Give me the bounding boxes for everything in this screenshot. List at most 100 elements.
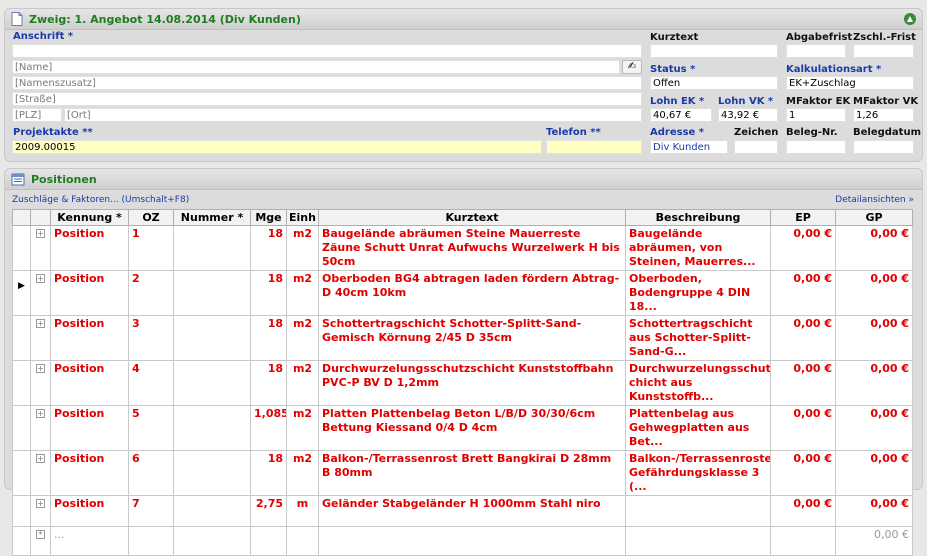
table-row[interactable]: ▶ + Position 2 18 m2 Oberboden BG4 abtra…	[12, 270, 913, 316]
col-nummer[interactable]: Nummer *	[173, 209, 251, 226]
cell-kurztext[interactable]: Durchwurzelungsschutzschicht Kunststoffb…	[318, 360, 626, 406]
namenszusatz-field[interactable]: [Namenszusatz]	[12, 76, 642, 90]
expand-icon[interactable]: +	[30, 450, 51, 496]
cell-kennung[interactable]: Position	[50, 270, 129, 316]
status-field[interactable]: Offen	[650, 76, 778, 90]
col-oz[interactable]: OZ	[128, 209, 174, 226]
signature-icon[interactable]: ✍	[622, 60, 642, 74]
cell-ep[interactable]: 0,00 €	[770, 360, 836, 406]
cell-kurztext[interactable]: Balkon-/Terrassenrost Brett Bangkirai D …	[318, 450, 626, 496]
cell-kennung[interactable]: Position	[50, 495, 129, 527]
anschrift-field[interactable]	[12, 44, 642, 58]
zuschlaege-link[interactable]: Zuschläge & Faktoren... (Umschalt+F8)	[12, 195, 189, 205]
cell-nummer[interactable]	[173, 405, 251, 451]
cell-beschreibung[interactable]: Oberboden, Bodengruppe 4 DIN 18...	[625, 270, 771, 316]
cell-einh[interactable]: m	[286, 495, 319, 527]
cell-ep[interactable]: 0,00 €	[770, 450, 836, 496]
cell-gp[interactable]: 0,00 €	[835, 450, 913, 496]
new-row-cell[interactable]	[250, 526, 287, 556]
cell-oz[interactable]: 5	[128, 405, 174, 451]
cell-einh[interactable]: m2	[286, 405, 319, 451]
kalkulationsart-field[interactable]: EK+Zuschlag	[786, 76, 914, 90]
cell-nummer[interactable]	[173, 225, 251, 271]
beleg-nr-field[interactable]	[786, 140, 846, 154]
cell-gp[interactable]: 0,00 €	[835, 315, 913, 361]
cell-nummer[interactable]	[173, 360, 251, 406]
row-selector[interactable]	[12, 360, 31, 406]
expand-icon[interactable]: +	[30, 270, 51, 316]
expand-icon[interactable]: +	[30, 360, 51, 406]
col-ep[interactable]: EP	[770, 209, 836, 226]
new-row[interactable]: * ... 0,00 €	[12, 526, 913, 556]
cell-oz[interactable]: 7	[128, 495, 174, 527]
plz-field[interactable]: [PLZ]	[12, 108, 62, 122]
cell-oz[interactable]: 4	[128, 360, 174, 406]
lohn-vk-field[interactable]: 43,92 €	[718, 108, 778, 122]
detailansichten-link[interactable]: Detailansichten »	[835, 195, 914, 205]
cell-gp[interactable]: 0,00 €	[835, 270, 913, 316]
cell-kurztext[interactable]: Baugelände abräumen Steine Mauerreste Zä…	[318, 225, 626, 271]
row-selector[interactable]	[12, 450, 31, 496]
cell-oz[interactable]: 6	[128, 450, 174, 496]
add-row-icon[interactable]: *	[30, 526, 51, 556]
expand-icon[interactable]: +	[30, 225, 51, 271]
row-selector[interactable]	[12, 526, 31, 556]
row-selector[interactable]	[12, 405, 31, 451]
cell-einh[interactable]: m2	[286, 315, 319, 361]
kurztext-field[interactable]	[650, 44, 778, 58]
cell-mge[interactable]: 18	[250, 450, 287, 496]
new-row-cell[interactable]	[173, 526, 251, 556]
adresse-field[interactable]: Div Kunden	[650, 140, 728, 154]
cell-nummer[interactable]	[173, 315, 251, 361]
cell-ep[interactable]: 0,00 €	[770, 225, 836, 271]
zeichen-field[interactable]	[734, 140, 778, 154]
ort-field[interactable]: [Ort]	[64, 108, 642, 122]
cell-oz[interactable]: 1	[128, 225, 174, 271]
col-beschreibung[interactable]: Beschreibung	[625, 209, 771, 226]
cell-gp[interactable]: 0,00 €	[835, 495, 913, 527]
row-selector[interactable]	[12, 225, 31, 271]
cell-mge[interactable]: 1,085	[250, 405, 287, 451]
cell-gp[interactable]: 0,00 €	[835, 225, 913, 271]
new-row-kennung[interactable]: ...	[50, 526, 129, 556]
cell-einh[interactable]: m2	[286, 450, 319, 496]
cell-gp[interactable]: 0,00 €	[835, 360, 913, 406]
cell-beschreibung[interactable]: Balkon-/Terrassenroste, Gefährdungsklass…	[625, 450, 771, 496]
new-row-cell[interactable]	[625, 526, 771, 556]
cell-einh[interactable]: m2	[286, 225, 319, 271]
cell-kennung[interactable]: Position	[50, 405, 129, 451]
row-selector[interactable]	[12, 495, 31, 527]
table-row[interactable]: + Position 5 1,085 m2 Platten Plattenbel…	[12, 405, 913, 451]
cell-kurztext[interactable]: Schottertragschicht Schotter-Splitt-Sand…	[318, 315, 626, 361]
cell-ep[interactable]: 0,00 €	[770, 405, 836, 451]
table-row[interactable]: + Position 1 18 m2 Baugelände abräumen S…	[12, 225, 913, 271]
cell-einh[interactable]: m2	[286, 360, 319, 406]
cell-kurztext[interactable]: Platten Plattenbelag Beton L/B/D 30/30/6…	[318, 405, 626, 451]
cell-kennung[interactable]: Position	[50, 360, 129, 406]
cell-beschreibung[interactable]: Schottertragschicht aus Schotter-Splitt-…	[625, 315, 771, 361]
row-selector[interactable]	[12, 315, 31, 361]
cell-nummer[interactable]	[173, 495, 251, 527]
col-kurztext[interactable]: Kurztext	[318, 209, 626, 226]
mfaktor-ek-field[interactable]: 1	[786, 108, 846, 122]
cell-nummer[interactable]	[173, 450, 251, 496]
row-selector[interactable]: ▶	[12, 270, 31, 316]
zschl-frist-field[interactable]	[853, 44, 914, 58]
cell-beschreibung[interactable]: Durchwurzelungsschutzs chicht aus Kunsts…	[625, 360, 771, 406]
cell-einh[interactable]: m2	[286, 270, 319, 316]
table-row[interactable]: + Position 4 18 m2 Durchwurzelungsschutz…	[12, 360, 913, 406]
col-mge[interactable]: Mge	[250, 209, 287, 226]
expand-icon[interactable]: +	[30, 315, 51, 361]
new-row-cell[interactable]	[318, 526, 626, 556]
new-row-cell[interactable]	[128, 526, 174, 556]
new-row-cell[interactable]	[770, 526, 836, 556]
cell-kurztext[interactable]: Oberboden BG4 abtragen laden fördern Abt…	[318, 270, 626, 316]
collapse-icon[interactable]: ▲	[904, 13, 916, 25]
cell-oz[interactable]: 2	[128, 270, 174, 316]
table-row[interactable]: + Position 3 18 m2 Schottertragschicht S…	[12, 315, 913, 361]
cell-ep[interactable]: 0,00 €	[770, 495, 836, 527]
table-row[interactable]: + Position 6 18 m2 Balkon-/Terrassenrost…	[12, 450, 913, 496]
new-row-cell[interactable]	[286, 526, 319, 556]
mfaktor-vk-field[interactable]: 1,26	[853, 108, 914, 122]
cell-ep[interactable]: 0,00 €	[770, 315, 836, 361]
